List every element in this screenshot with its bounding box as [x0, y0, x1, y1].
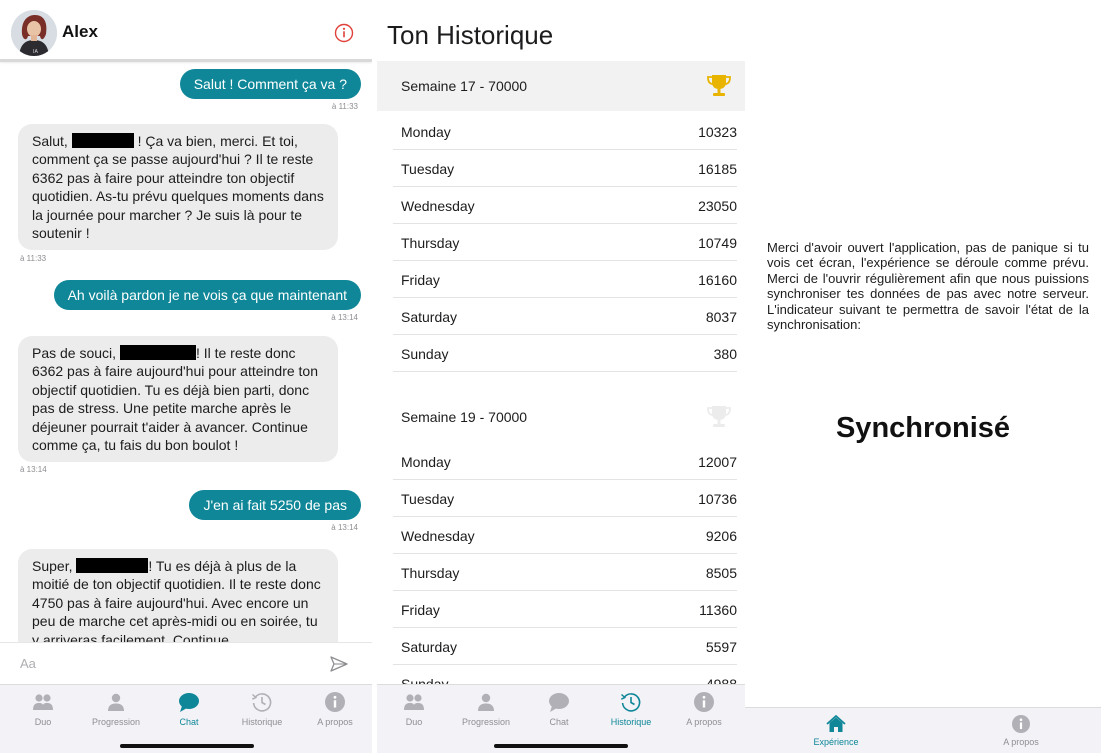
day-row: Saturday 5597: [393, 628, 737, 665]
avatar[interactable]: IA: [11, 10, 57, 56]
day-row: Tuesday 16185: [393, 150, 737, 187]
home-indicator: [494, 744, 628, 748]
chat-title: Alex: [62, 22, 98, 41]
redacted-name: [76, 558, 149, 573]
chat-bubble-icon: [179, 693, 199, 712]
tab-chat[interactable]: Chat: [522, 691, 596, 727]
tab-chat[interactable]: Chat: [152, 691, 226, 727]
message-bot-3: Super, ! Tu es déjà à plus de la moitié …: [18, 549, 338, 643]
tab-bar: Duo Progression Chat Historique A propos: [377, 684, 745, 753]
send-icon[interactable]: [330, 656, 348, 672]
message-time: à 11:33: [20, 254, 47, 263]
tab-bar: Duo Progression Chat Historique A propos: [0, 684, 372, 753]
message-time: à 13:14: [331, 313, 358, 322]
message-composer: Aa: [0, 642, 372, 684]
svg-text:IA: IA: [33, 49, 38, 55]
day-row: Thursday 10749: [393, 224, 737, 261]
sync-explanation: Merci d'avoir ouvert l'application, pas …: [767, 240, 1089, 333]
redacted-name: [71, 133, 134, 148]
avatar-portrait-icon: IA: [11, 10, 57, 56]
tab-a-propos[interactable]: A propos: [667, 691, 741, 727]
message-input[interactable]: Aa: [20, 656, 36, 671]
duo-people-icon: [33, 694, 53, 710]
history-clock-icon: [620, 693, 641, 712]
message-bot-1: Salut, ! Ça va bien, merci. Et toi, comm…: [18, 124, 338, 251]
history-clock-icon: [251, 693, 272, 712]
message-time: à 11:33: [331, 102, 358, 111]
day-row: Saturday 8037: [393, 298, 737, 335]
page-title: Ton Historique: [387, 20, 554, 50]
chat-messages[interactable]: Salut ! Comment ça va ? à 11:33 Salut, !…: [0, 65, 372, 643]
tab-duo[interactable]: Duo: [6, 691, 80, 727]
tab-experience[interactable]: Expérience: [776, 714, 896, 747]
day-row: Sunday 380: [393, 335, 737, 372]
message-user-3: J'en ai fait 5250 de pas: [189, 490, 361, 520]
sync-status-label: Synchronisé: [835, 412, 1011, 444]
tab-a-propos[interactable]: A propos: [961, 714, 1081, 747]
trophy-grey-icon: [707, 406, 731, 427]
info-alert-icon[interactable]: [334, 23, 354, 43]
week-header-17: Semaine 17 - 70000: [377, 61, 745, 111]
message-time: à 13:14: [331, 523, 358, 532]
day-row: Wednesday 23050: [393, 187, 737, 224]
home-icon: [826, 715, 846, 732]
trophy-gold-icon: [707, 75, 731, 96]
tab-historique[interactable]: Historique: [225, 691, 299, 727]
message-time: à 13:14: [20, 465, 47, 474]
tab-a-propos[interactable]: A propos: [298, 691, 372, 727]
message-user-2: Ah voilà pardon je ne vois ça que mainte…: [53, 280, 361, 310]
tab-progression[interactable]: Progression: [79, 691, 153, 727]
tab-progression[interactable]: Progression: [449, 691, 523, 727]
redacted-name: [119, 345, 196, 360]
tab-historique[interactable]: Historique: [594, 691, 668, 727]
chat-bubble-icon: [549, 693, 569, 712]
message-bot-2: Pas de souci, ! Il te reste donc 6362 pa…: [18, 336, 338, 463]
person-icon: [108, 693, 124, 711]
week-header-19: Semaine 19 - 70000: [377, 392, 745, 442]
info-icon: [694, 692, 714, 712]
chat-header: IA Alex: [0, 0, 372, 62]
tab-duo[interactable]: Duo: [377, 691, 451, 727]
day-row: Friday 16160: [393, 261, 737, 298]
day-row: Thursday 8505: [393, 554, 737, 591]
history-screen: Ton Historique Semaine 17 - 70000 Monday…: [377, 0, 745, 753]
day-row: Wednesday 9206: [393, 517, 737, 554]
message-user-1: Salut ! Comment ça va ?: [179, 69, 361, 99]
info-icon: [325, 692, 345, 712]
day-row: Monday 12007: [393, 443, 737, 480]
chat-screen: Salut ! Comment ça va ? à 11:33 Salut, !…: [0, 0, 372, 753]
tab-bar: Expérience A propos: [745, 707, 1101, 753]
day-row: Tuesday 10736: [393, 480, 737, 517]
day-row: Monday 10323: [393, 113, 737, 150]
day-row: Friday 11360: [393, 591, 737, 628]
experience-screen: Merci d'avoir ouvert l'application, pas …: [745, 0, 1101, 753]
person-icon: [478, 693, 494, 711]
info-icon: [1012, 715, 1030, 733]
duo-people-icon: [404, 694, 424, 710]
home-indicator: [120, 744, 254, 748]
